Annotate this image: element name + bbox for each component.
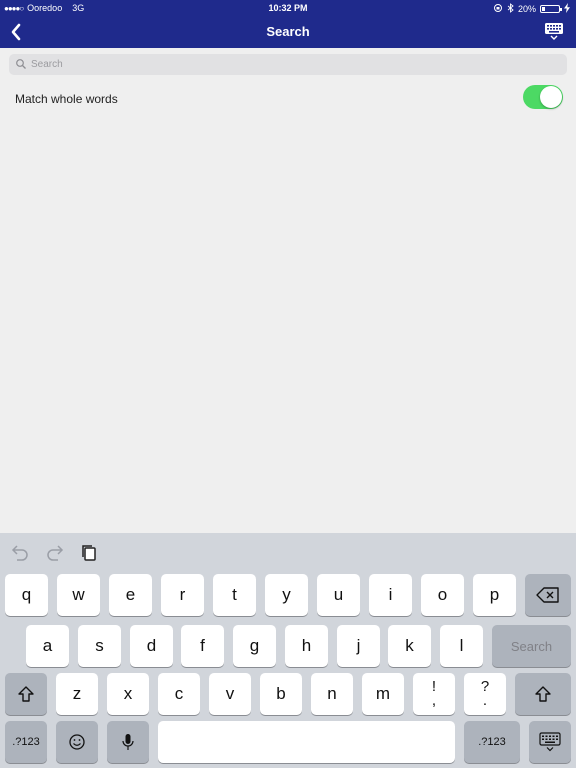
navigation-bar: Search [0, 18, 576, 46]
key-j[interactable]: j [337, 625, 380, 667]
option-match-whole-words: Match whole words [0, 82, 576, 116]
key-exclamation-comma[interactable]: !, [413, 673, 455, 715]
status-time: 10:32 PM [268, 3, 308, 13]
shift-icon [535, 686, 551, 702]
battery-percent: 20% [517, 4, 536, 14]
key-c[interactable]: c [158, 673, 200, 715]
keyboard-dismiss-icon [539, 732, 561, 752]
key-k[interactable]: k [388, 625, 431, 667]
keyboard-icon [545, 23, 563, 40]
paste-icon [82, 545, 96, 561]
undo-icon [11, 545, 28, 561]
backspace-icon [536, 587, 559, 603]
keyboard-toggle-button[interactable] [544, 22, 564, 40]
key-y[interactable]: y [265, 574, 308, 616]
orientation-lock-icon [493, 3, 503, 15]
numbers-key-left[interactable]: .?123 [5, 721, 47, 763]
space-bar[interactable] [158, 721, 455, 763]
battery-icon [540, 5, 562, 13]
key-o[interactable]: o [421, 574, 464, 616]
shift-key-right[interactable] [515, 673, 571, 715]
status-bar: ●●●●○ Ooredoo 3G 10:32 PM 20% [0, 0, 576, 16]
redo-icon [47, 545, 64, 561]
key-t[interactable]: t [213, 574, 256, 616]
numbers-key-right[interactable]: .?123 [464, 721, 520, 763]
charging-icon [564, 3, 570, 15]
key-f[interactable]: f [181, 625, 224, 667]
emoji-key[interactable] [56, 721, 98, 763]
bluetooth-icon [507, 3, 514, 15]
dismiss-keyboard-key[interactable] [529, 721, 571, 763]
key-p[interactable]: p [473, 574, 516, 616]
key-comma-label: , [431, 692, 437, 709]
key-d[interactable]: d [130, 625, 173, 667]
search-return-key[interactable]: Search [492, 625, 571, 667]
key-q[interactable]: q [5, 574, 48, 616]
shortcut-bar [0, 533, 576, 571]
emoji-icon [69, 734, 85, 750]
toggle-knob [540, 86, 562, 108]
shift-icon [18, 686, 34, 702]
search-icon [16, 59, 26, 69]
microphone-icon [122, 734, 134, 750]
key-r[interactable]: r [161, 574, 204, 616]
key-i[interactable]: i [369, 574, 412, 616]
undo-button[interactable] [9, 544, 31, 562]
key-period-label: . [482, 692, 488, 709]
key-b[interactable]: b [260, 673, 302, 715]
search-bar [9, 54, 567, 75]
shift-key-left[interactable] [5, 673, 47, 715]
status-right: 20% [493, 3, 570, 15]
match-whole-words-toggle[interactable] [523, 85, 563, 109]
key-u[interactable]: u [317, 574, 360, 616]
key-m[interactable]: m [362, 673, 404, 715]
onscreen-keyboard: q w e r t y u i o p a s d f g h j k l Se… [0, 533, 576, 768]
key-g[interactable]: g [233, 625, 276, 667]
key-w[interactable]: w [57, 574, 100, 616]
key-e[interactable]: e [109, 574, 152, 616]
match-whole-words-label: Match whole words [15, 92, 118, 106]
search-input[interactable] [31, 56, 551, 73]
key-n[interactable]: n [311, 673, 353, 715]
paste-button[interactable] [79, 544, 101, 562]
key-x[interactable]: x [107, 673, 149, 715]
page-title: Search [266, 24, 310, 39]
top-bar: ●●●●○ Ooredoo 3G 10:32 PM 20% Search [0, 0, 576, 48]
key-question-period[interactable]: ?. [464, 673, 506, 715]
dictation-key[interactable] [107, 721, 149, 763]
delete-key[interactable] [525, 574, 571, 616]
key-h[interactable]: h [285, 625, 328, 667]
redo-button[interactable] [44, 544, 66, 562]
key-a[interactable]: a [26, 625, 69, 667]
key-z[interactable]: z [56, 673, 98, 715]
key-l[interactable]: l [440, 625, 483, 667]
key-v[interactable]: v [209, 673, 251, 715]
key-s[interactable]: s [78, 625, 121, 667]
